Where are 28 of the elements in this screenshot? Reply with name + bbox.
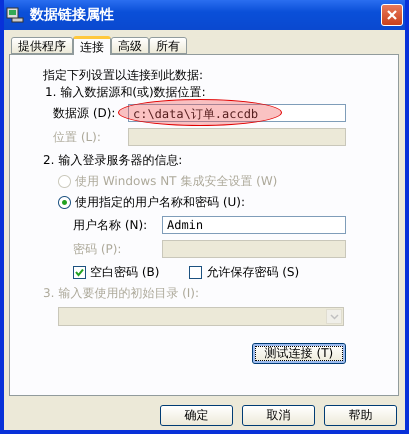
- test-connection-button[interactable]: 测试连接 (T): [252, 343, 346, 364]
- dialog-button[interactable]: 确定: [160, 405, 233, 426]
- dialog-button[interactable]: 帮助: [324, 405, 397, 426]
- tab[interactable]: 连接: [73, 36, 111, 55]
- close-button[interactable]: [381, 4, 403, 26]
- tab[interactable]: 提供程序: [11, 37, 73, 54]
- tab[interactable]: 所有: [149, 37, 187, 54]
- field-label: 用户名称 (N):: [73, 216, 148, 234]
- check-icon: [75, 268, 84, 276]
- step-label: 3. 输入要使用的初始目录 (I):: [43, 284, 200, 302]
- chevron-down-icon: [330, 314, 338, 320]
- step-label: 2. 输入登录服务器的信息:: [43, 152, 182, 168]
- window-title: 数据链接属性: [30, 6, 115, 24]
- field-label: 密码 (P):: [73, 240, 122, 258]
- field-label: 数据源 (D):: [53, 104, 116, 122]
- radio-option[interactable]: 使用指定的用户名称和密码 (U):: [58, 194, 246, 211]
- checkbox[interactable]: 空白密码 (B): [73, 264, 160, 280]
- field-label: 位置 (L):: [53, 128, 102, 146]
- dialog-button[interactable]: 取消: [242, 405, 315, 426]
- checkbox[interactable]: 允许保存密码 (S): [189, 264, 300, 280]
- intro-text: 指定下列设置以连接到此数据:: [43, 67, 204, 84]
- close-icon: [386, 9, 398, 21]
- tab[interactable]: 高级: [111, 37, 149, 54]
- input-field[interactable]: c:\data\订单.accdb: [128, 104, 346, 122]
- directory-dropdown[interactable]: [58, 307, 344, 326]
- step-label: 1. 输入数据源和(或)数据位置:: [45, 84, 206, 101]
- input-field[interactable]: Admin: [162, 216, 346, 234]
- computer-icon: [6, 6, 24, 24]
